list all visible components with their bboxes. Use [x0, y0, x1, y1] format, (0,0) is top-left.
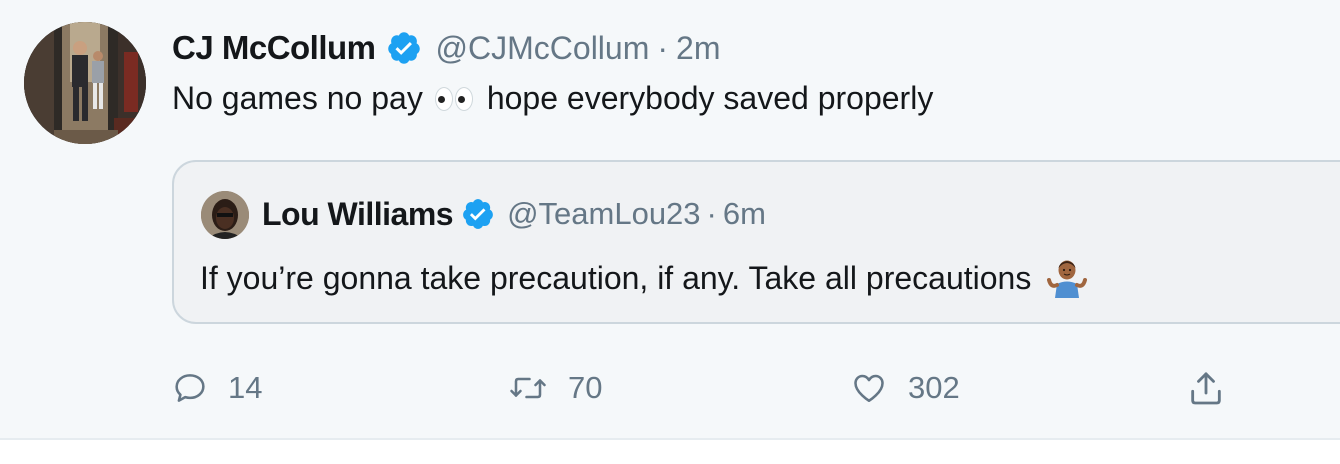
tweet-card[interactable]: CJ McCollum @CJMcCollum · 2m No games no…	[0, 0, 1340, 440]
tweet-timestamp[interactable]: 2m	[676, 30, 720, 67]
like-count: 302	[908, 370, 960, 405]
retweet-action[interactable]: 70	[508, 366, 602, 410]
reply-count: 14	[228, 370, 263, 405]
tweet-header: CJ McCollum @CJMcCollum · 2m	[172, 26, 720, 70]
quoted-author-name[interactable]: Lou Williams	[262, 196, 454, 233]
reply-action[interactable]: 14	[172, 366, 262, 410]
author-handle[interactable]: @CJMcCollum	[436, 30, 650, 67]
quoted-tweet-timestamp[interactable]: 6m	[723, 196, 766, 232]
tweet-text-part-2: hope everybody saved properly	[486, 80, 934, 116]
author-avatar[interactable]	[24, 22, 146, 144]
author-name[interactable]: CJ McCollum	[172, 29, 376, 67]
verified-badge-icon	[463, 199, 493, 229]
quoted-tweet-text-row: If you’re gonna take precaution, if any.…	[200, 258, 1089, 298]
verified-badge-icon	[387, 32, 420, 64]
share-action[interactable]	[1186, 366, 1226, 410]
like-icon[interactable]	[850, 370, 888, 406]
retweet-count: 70	[568, 370, 603, 405]
quoted-author-handle[interactable]: @TeamLou23	[507, 196, 700, 232]
retweet-icon[interactable]	[508, 370, 548, 406]
separator-dot: ·	[706, 196, 717, 231]
left-eye	[434, 86, 453, 111]
quoted-author-avatar[interactable]	[201, 191, 249, 239]
separator-dot: ·	[657, 29, 669, 66]
tweet-text-part-1: No games no pay	[172, 80, 423, 116]
eyes-emoji	[434, 86, 473, 111]
quoted-tweet-header: Lou Williams @TeamLou23 · 6m	[262, 194, 766, 234]
next-section	[0, 440, 1340, 464]
quoted-tweet[interactable]: Lou Williams @TeamLou23 · 6m If you’re g…	[172, 160, 1340, 324]
person-shrugging-emoji	[1047, 260, 1088, 298]
tweet-actions: 14 70 302	[172, 366, 1232, 410]
quoted-tweet-text: If you’re gonna take precaution, if any.…	[200, 259, 1032, 296]
right-eye	[454, 86, 473, 111]
like-action[interactable]: 302	[850, 366, 960, 410]
reply-icon[interactable]	[172, 370, 208, 406]
share-icon[interactable]	[1186, 368, 1226, 408]
tweet-text: No games no pay hope everybody saved pro…	[172, 80, 933, 117]
